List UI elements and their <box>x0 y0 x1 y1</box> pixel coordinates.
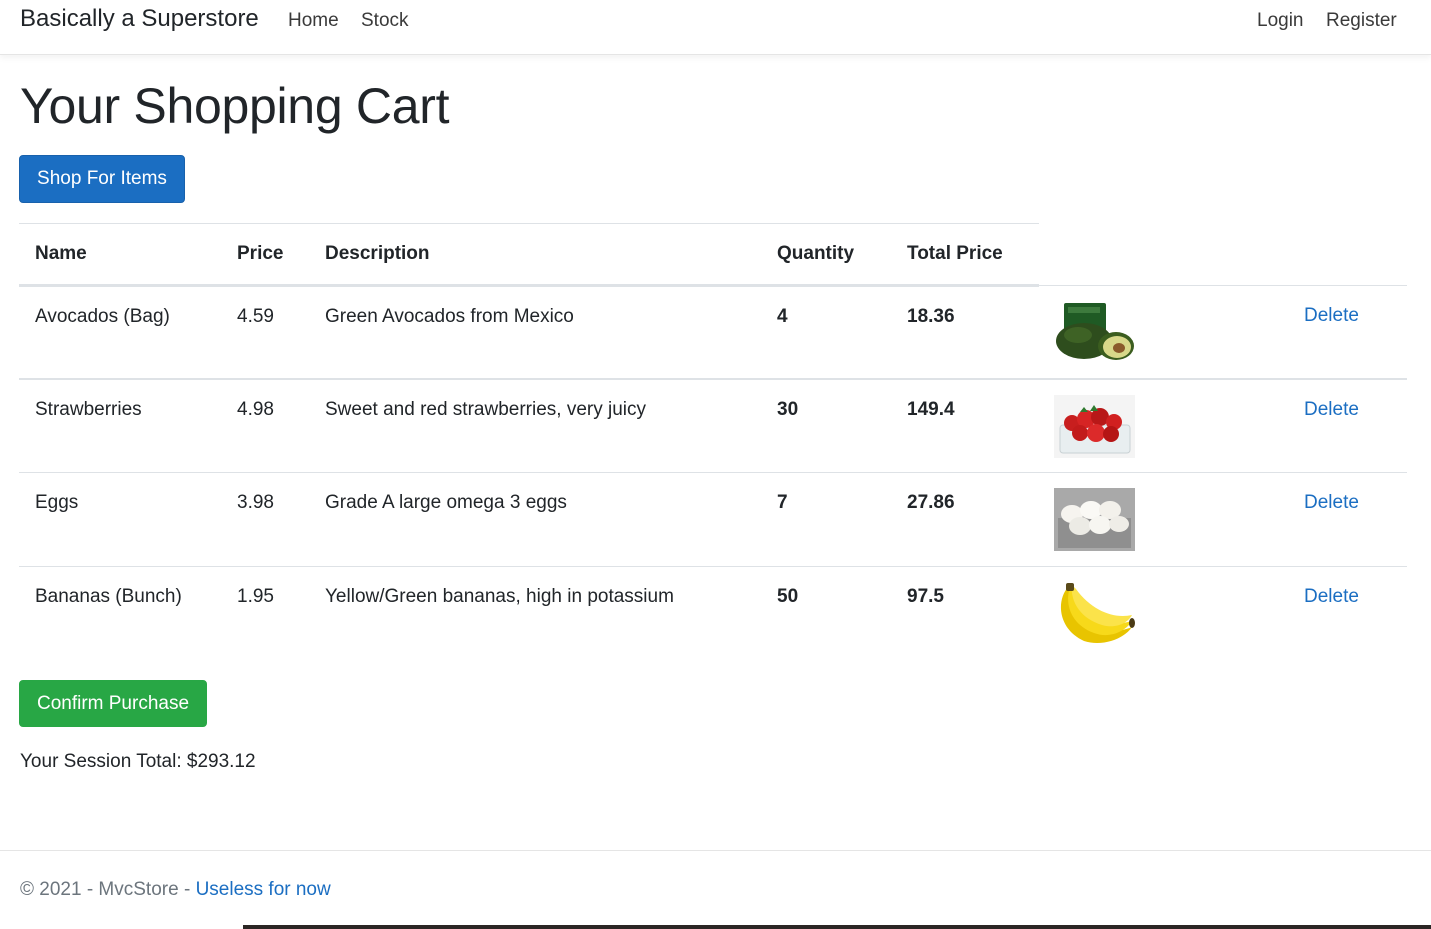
table-header-border <box>19 284 1039 287</box>
bananas-image <box>1054 581 1135 644</box>
header-quantity: Quantity <box>777 243 855 264</box>
row-border <box>1039 285 1407 286</box>
confirm-purchase-button[interactable]: Confirm Purchase <box>19 680 207 727</box>
cell-price: 1.95 <box>237 586 274 607</box>
page-title: Your Shopping Cart <box>20 78 450 134</box>
cell-name: Bananas (Bunch) <box>35 586 182 607</box>
cell-quantity: 4 <box>777 306 788 327</box>
shop-for-items-button[interactable]: Shop For Items <box>19 155 185 203</box>
cell-name: Eggs <box>35 492 79 513</box>
delete-link[interactable]: Delete <box>1304 492 1359 514</box>
row-border <box>19 378 1407 380</box>
table-top-border <box>19 223 1039 224</box>
cell-price: 4.98 <box>237 399 274 420</box>
cell-quantity: 50 <box>777 586 799 607</box>
cell-description: Sweet and red strawberries, very juicy <box>325 399 647 420</box>
delete-link[interactable]: Delete <box>1304 586 1359 608</box>
cell-name: Avocados (Bag) <box>35 306 170 327</box>
top-navbar: Basically a Superstore Home Stock Login … <box>0 0 1431 55</box>
cell-price: 3.98 <box>237 492 274 513</box>
avocado-image <box>1054 301 1135 364</box>
cell-description: Yellow/Green bananas, high in potassium <box>325 586 674 607</box>
nav-stock-link[interactable]: Stock <box>361 10 409 32</box>
login-link[interactable]: Login <box>1257 10 1304 32</box>
cell-total: 27.86 <box>907 492 955 513</box>
register-link[interactable]: Register <box>1326 10 1397 32</box>
cell-price: 4.59 <box>237 306 274 327</box>
bottom-strip <box>243 925 1431 929</box>
delete-link[interactable]: Delete <box>1304 305 1359 327</box>
header-name: Name <box>35 243 87 264</box>
cell-total: 97.5 <box>907 586 944 607</box>
cell-quantity: 7 <box>777 492 788 513</box>
header-price: Price <box>237 243 284 264</box>
cell-description: Grade A large omega 3 eggs <box>325 492 567 513</box>
header-description: Description <box>325 243 430 264</box>
delete-link[interactable]: Delete <box>1304 399 1359 421</box>
session-total: Your Session Total: $293.12 <box>20 751 256 772</box>
footer-text: © 2021 - MvcStore - Useless for now <box>20 879 331 901</box>
footer: © 2021 - MvcStore - Useless for now <box>0 850 1431 925</box>
cell-quantity: 30 <box>777 399 799 420</box>
header-total-price: Total Price <box>907 243 1003 264</box>
footer-copyright: © 2021 - MvcStore - <box>20 879 196 900</box>
cell-total: 149.4 <box>907 399 955 420</box>
brand-link[interactable]: Basically a Superstore <box>20 5 259 33</box>
cell-total: 18.36 <box>907 306 955 327</box>
cell-name: Strawberries <box>35 399 142 420</box>
row-border <box>19 566 1407 567</box>
eggs-image <box>1054 488 1135 551</box>
row-border <box>19 472 1407 473</box>
strawberries-image <box>1054 395 1135 458</box>
nav-home-link[interactable]: Home <box>288 10 339 32</box>
footer-link[interactable]: Useless for now <box>196 879 331 900</box>
cell-description: Green Avocados from Mexico <box>325 306 574 327</box>
